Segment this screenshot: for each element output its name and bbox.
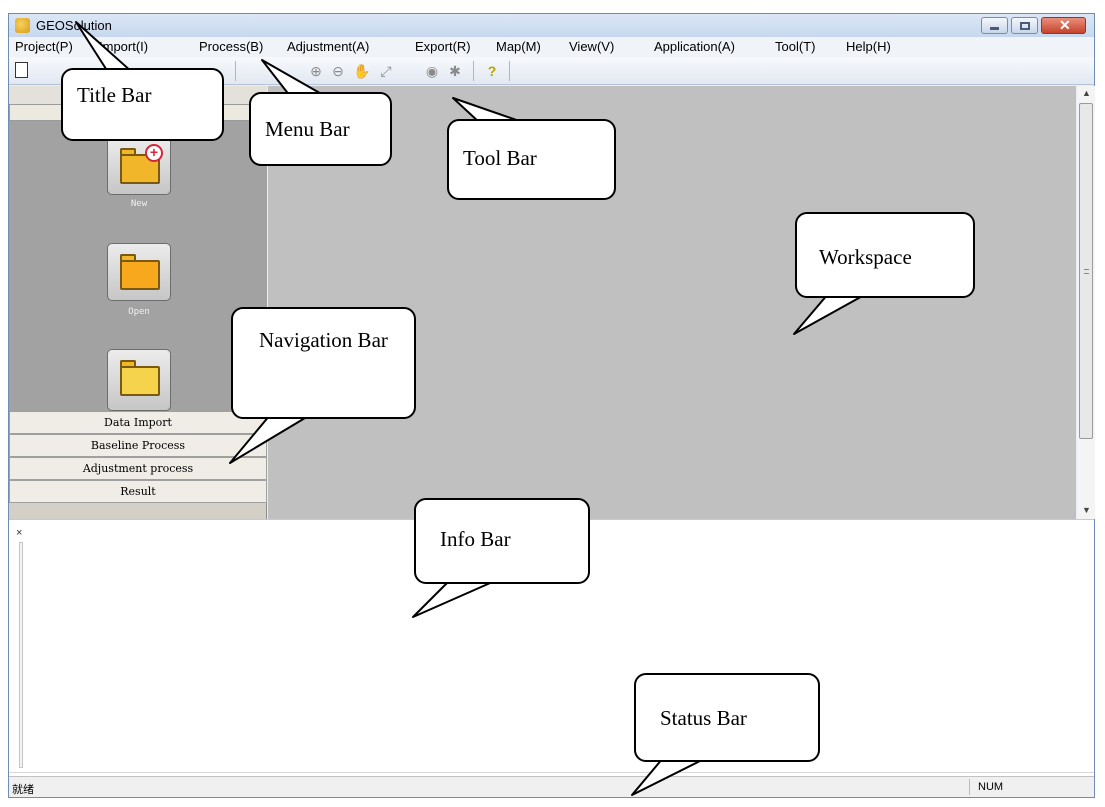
- callout-navigation-bar-text: Navigation Bar: [259, 328, 388, 352]
- callout-tool-bar: Tool Bar: [447, 119, 616, 200]
- callout-menu-bar-text: Menu Bar: [265, 117, 350, 141]
- new-file-icon[interactable]: [15, 62, 28, 78]
- menu-application[interactable]: Application(A): [654, 39, 735, 54]
- panel-resize-handle[interactable]: [19, 542, 23, 768]
- nav-section-result[interactable]: Result: [9, 480, 267, 503]
- open-project-button[interactable]: [107, 243, 171, 301]
- callout-title-bar-text: Title Bar: [77, 83, 152, 107]
- menu-export[interactable]: Export(R): [415, 39, 471, 54]
- app-logo-icon: [15, 18, 30, 33]
- callout-info-bar-text: Info Bar: [440, 527, 511, 551]
- fit-view-icon[interactable]: ⤢: [377, 62, 395, 80]
- toolbar-separator: [509, 61, 510, 81]
- select-arrow-icon[interactable]: ↖: [265, 62, 283, 80]
- plus-icon: +: [145, 144, 163, 162]
- menu-map[interactable]: Map(M): [496, 39, 541, 54]
- callout-workspace-text: Workspace: [819, 245, 912, 269]
- close-icon[interactable]: ×: [16, 527, 22, 539]
- callout-tool-bar-text: Tool Bar: [463, 146, 537, 170]
- help-key-icon[interactable]: ?: [483, 62, 501, 80]
- menu-project[interactable]: Project(P): [15, 39, 73, 54]
- callout-status-bar: Status Bar: [634, 673, 820, 762]
- status-text: 就绪: [12, 784, 34, 796]
- zoom-in-icon[interactable]: ⊕: [307, 62, 325, 80]
- menu-adjustment[interactable]: Adjustment(A): [287, 39, 369, 54]
- callout-navigation-bar: Navigation Bar: [231, 307, 416, 419]
- pan-hand-icon[interactable]: ✋: [353, 62, 371, 80]
- nav-section-data-import[interactable]: Data Import: [9, 411, 267, 434]
- workspace-vertical-scrollbar[interactable]: ▲ ▼: [1077, 86, 1095, 519]
- callout-status-bar-text: Status Bar: [660, 706, 747, 730]
- close-icon: ✕: [1059, 17, 1071, 33]
- callout-title-bar: Title Bar: [61, 68, 224, 141]
- folder-button[interactable]: [107, 349, 171, 411]
- maximize-button[interactable]: [1011, 17, 1038, 34]
- callout-info-bar: Info Bar: [414, 498, 590, 584]
- divider: [9, 772, 1094, 773]
- menu-tool[interactable]: Tool(T): [775, 39, 815, 54]
- star-icon[interactable]: ✱: [446, 62, 464, 80]
- window-title: GEOSolution: [36, 18, 112, 33]
- scroll-up-icon[interactable]: ▲: [1082, 88, 1091, 98]
- open-project-label: Open: [128, 307, 150, 317]
- num-lock-indicator: NUM: [978, 781, 1004, 793]
- minimize-button[interactable]: [981, 17, 1008, 34]
- menu-import[interactable]: Import(I): [99, 39, 148, 54]
- menu-view[interactable]: View(V): [569, 39, 614, 54]
- nav-section-adjustment-process[interactable]: Adjustment process: [9, 457, 267, 480]
- toolbar-separator: [473, 61, 474, 81]
- point-icon[interactable]: ◉: [423, 62, 441, 80]
- nav-section-baseline-process[interactable]: Baseline Process: [9, 434, 267, 457]
- divider: [969, 779, 970, 795]
- menu-process[interactable]: Process(B): [199, 39, 263, 54]
- callout-workspace: Workspace: [795, 212, 975, 298]
- close-button[interactable]: ✕: [1041, 17, 1086, 34]
- title-bar: GEOSolution ✕: [9, 14, 1094, 37]
- project-manager-content: + New Open: [9, 121, 267, 411]
- minimize-icon: [990, 27, 999, 30]
- status-bar: 就绪 NUM: [9, 776, 1094, 797]
- toolbar-separator: [235, 61, 236, 81]
- navigation-panel: Project Manager + New Open Data Import B…: [9, 86, 267, 519]
- maximize-icon: [1020, 22, 1030, 30]
- grip-icon: [1084, 269, 1089, 274]
- callout-menu-bar: Menu Bar: [249, 92, 392, 166]
- scroll-down-icon[interactable]: ▼: [1082, 505, 1091, 515]
- new-project-label: New: [130, 199, 148, 209]
- menu-help[interactable]: Help(H): [846, 39, 891, 54]
- menu-bar: Project(P) Import(I) Process(B) Adjustme…: [9, 37, 1094, 57]
- zoom-out-icon[interactable]: ⊖: [329, 62, 347, 80]
- scrollbar-thumb[interactable]: [1079, 103, 1093, 439]
- new-project-button[interactable]: +: [107, 137, 171, 195]
